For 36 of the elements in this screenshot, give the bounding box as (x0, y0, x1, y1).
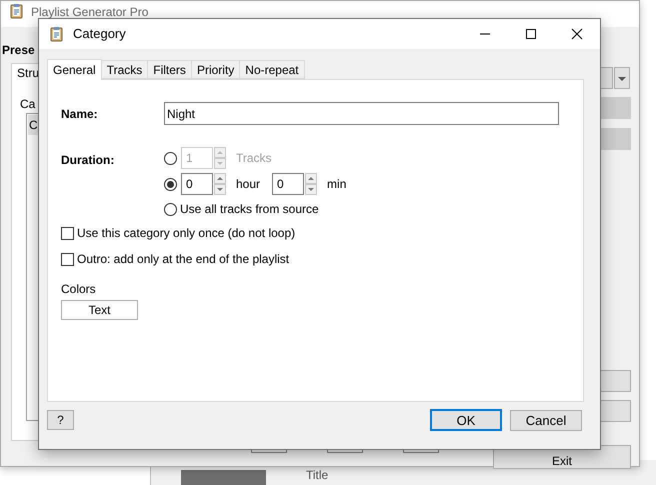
checkbox-label: Use this category only once (do not loop) (77, 225, 296, 242)
spin-down-icon[interactable] (214, 184, 226, 195)
colors-label: Colors (61, 281, 97, 298)
tab[interactable]: Tracks (100, 60, 148, 79)
tab[interactable]: No-repeat (239, 60, 305, 79)
close-icon[interactable] (571, 28, 583, 40)
tab[interactable]: Priority (190, 60, 240, 79)
tab[interactable]: General (47, 59, 102, 80)
tracks-label: Tracks (236, 150, 272, 167)
hours-field[interactable]: 0 (181, 173, 213, 195)
spin-down-icon[interactable] (305, 184, 318, 195)
tab[interactable]: Filters (147, 60, 192, 79)
hour-label: hour (236, 176, 260, 193)
minutes-field[interactable]: 0 (272, 173, 304, 195)
checkbox-label: Outro: add only at the end of the playlist (77, 251, 290, 268)
ok-button[interactable]: OK (430, 409, 502, 431)
min-label: min (327, 176, 346, 193)
checkbox[interactable] (61, 252, 74, 266)
cancel-button[interactable]: Cancel (510, 410, 582, 430)
radio-button[interactable] (164, 178, 177, 190)
duration-label: Duration: (61, 152, 116, 169)
checkbox[interactable] (61, 226, 74, 240)
list-label: Ca (20, 96, 36, 113)
window-title: Playlist Generator Pro (31, 4, 148, 21)
name-field[interactable]: Night (164, 102, 559, 125)
spin-up-icon[interactable] (305, 173, 318, 184)
column-header: Title (306, 468, 328, 482)
dialog-title: Category (73, 25, 126, 44)
radio-button[interactable] (164, 202, 177, 216)
help-button[interactable]: ? (47, 410, 74, 430)
text-color-button[interactable]: Text (61, 300, 138, 320)
maximize-icon[interactable] (525, 28, 537, 40)
clipboard-icon (49, 26, 65, 42)
spin-up-icon[interactable] (214, 173, 226, 184)
section-heading: Prese (2, 42, 35, 59)
radio-label: Use all tracks from source (180, 201, 319, 218)
